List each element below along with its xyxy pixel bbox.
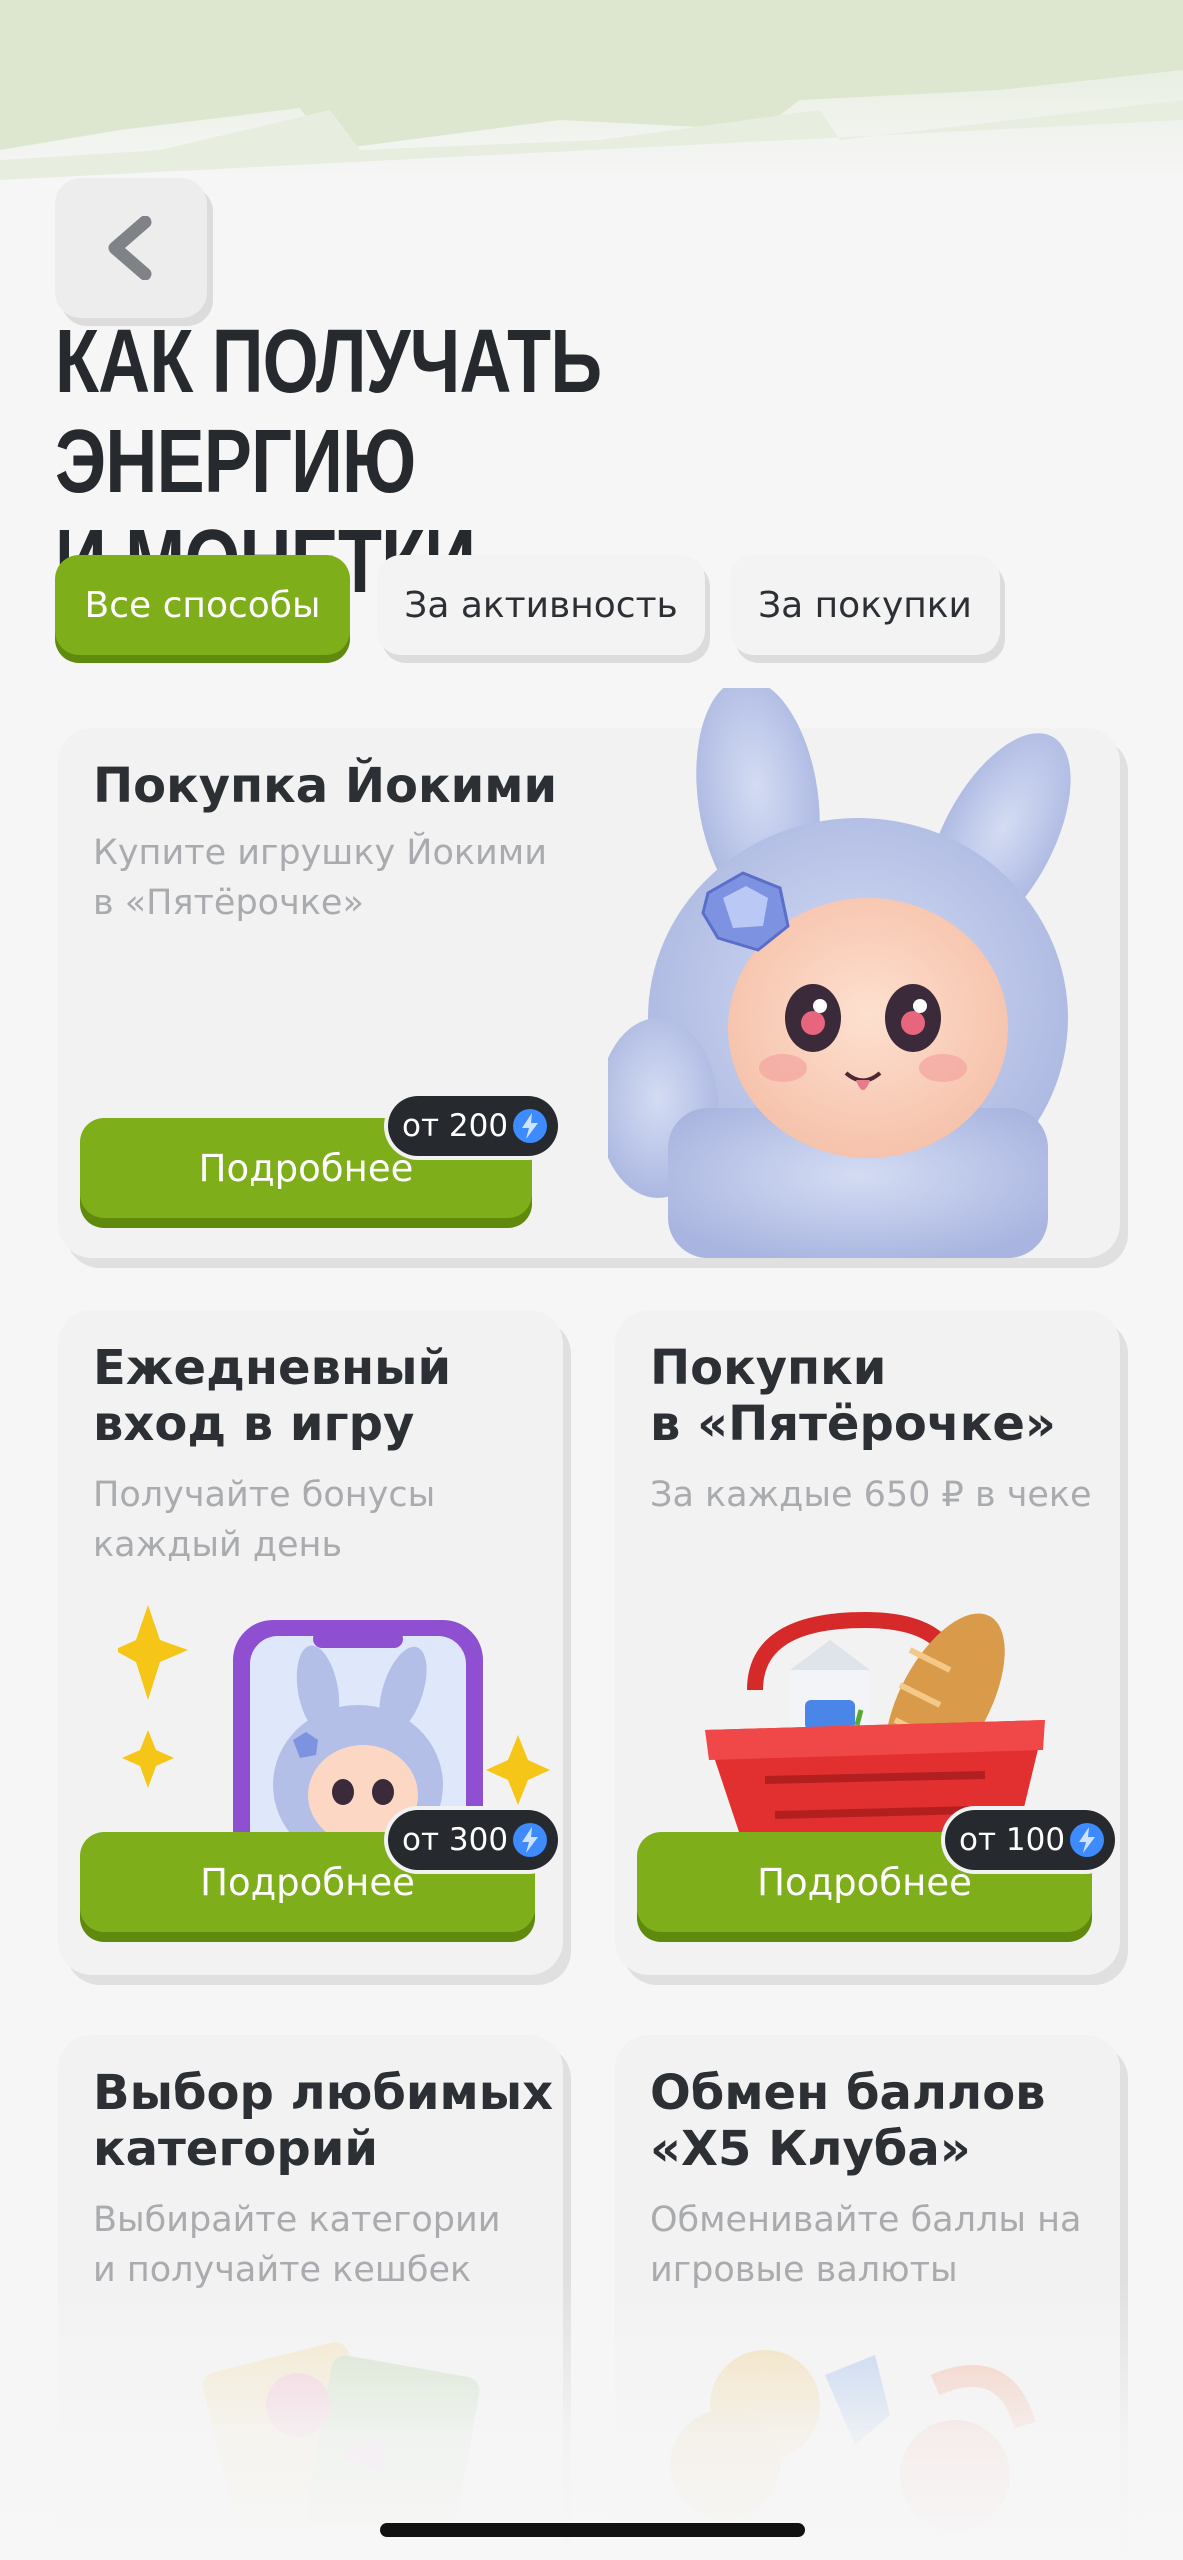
tab-label: За покупки [758,584,972,626]
card-subtitle-line2: каждый день [93,1525,343,1565]
details-button-label: Подробнее [757,1860,972,1904]
tab-purchases[interactable]: За покупки [730,555,1000,655]
energy-bolt-icon [1070,1823,1105,1857]
card-title-line2: в «Пятёрочке» [650,1396,1056,1452]
tab-label: За активность [404,584,678,626]
card-title: Обмен баллов «X5 Клуба» [650,2065,1046,2177]
card-subtitle-line1: Обменивайте баллы на [650,2200,1082,2240]
card-subtitle-line1: Купите игрушку Йокими [93,833,547,873]
card-title-line2: вход в игру [93,1396,415,1452]
tab-activity[interactable]: За активность [377,555,705,655]
reward-badge: от 100 [945,1810,1116,1870]
card-subtitle: Купите игрушку Йокими в «Пятёрочке» [93,828,547,928]
card-subtitle-line1: За каждые 650 ₽ в чеке [650,1475,1092,1515]
reward-badge: от 300 [388,1810,559,1870]
card-subtitle-line2: в «Пятёрочке» [93,883,364,923]
back-button[interactable] [55,178,207,318]
bottom-fade [0,2280,1183,2560]
bunny-toy-icon [608,688,1071,1258]
page-title-line1: КАК ПОЛУЧАТЬ ЭНЕРГИЮ [55,312,602,512]
tab-label: Все способы [84,584,321,626]
reward-badge: от 200 [388,1096,559,1156]
card-title-line2: категорий [93,2121,379,2177]
energy-bolt-icon [513,1823,548,1857]
card-daily-login[interactable]: Ежедневный вход в игру Получайте бонусы … [58,1310,563,1975]
card-title: Выбор любимых категорий [93,2065,553,2177]
reward-badge-value: от 100 [959,1822,1066,1858]
card-store-purchases[interactable]: Покупки в «Пятёрочке» За каждые 650 ₽ в … [615,1310,1120,1975]
card-title: Ежедневный вход в игру [93,1340,451,1452]
card-title: Покупки в «Пятёрочке» [650,1340,1056,1452]
header-decoration [0,0,1183,180]
card-subtitle-line1: Получайте бонусы [93,1475,436,1515]
card-title-line2: «X5 Клуба» [650,2121,971,2177]
details-button-label: Подробнее [198,1146,414,1190]
reward-badge-value: от 200 [402,1108,509,1144]
card-title-line1: Покупки [650,1340,887,1396]
reward-badge-value: от 300 [402,1822,509,1858]
card-subtitle: За каждые 650 ₽ в чеке [650,1470,1092,1520]
card-title: Покупка Йокими [93,758,558,814]
card-title-line1: Выбор любимых [93,2065,554,2121]
details-button-label: Подробнее [200,1860,415,1904]
card-subtitle-line1: Выбирайте категории [93,2200,501,2240]
card-subtitle: Получайте бонусы каждый день [93,1470,435,1570]
energy-bolt-icon [513,1109,548,1143]
card-buy-yokimi[interactable]: Покупка Йокими Купите игрушку Йокими в «… [58,688,1120,1258]
home-indicator[interactable] [380,2523,805,2537]
card-title-line1: Обмен баллов [650,2065,1046,2121]
chevron-left-icon [108,216,152,280]
card-title-line1: Ежедневный [93,1340,452,1396]
tab-all-methods[interactable]: Все способы [55,555,350,655]
